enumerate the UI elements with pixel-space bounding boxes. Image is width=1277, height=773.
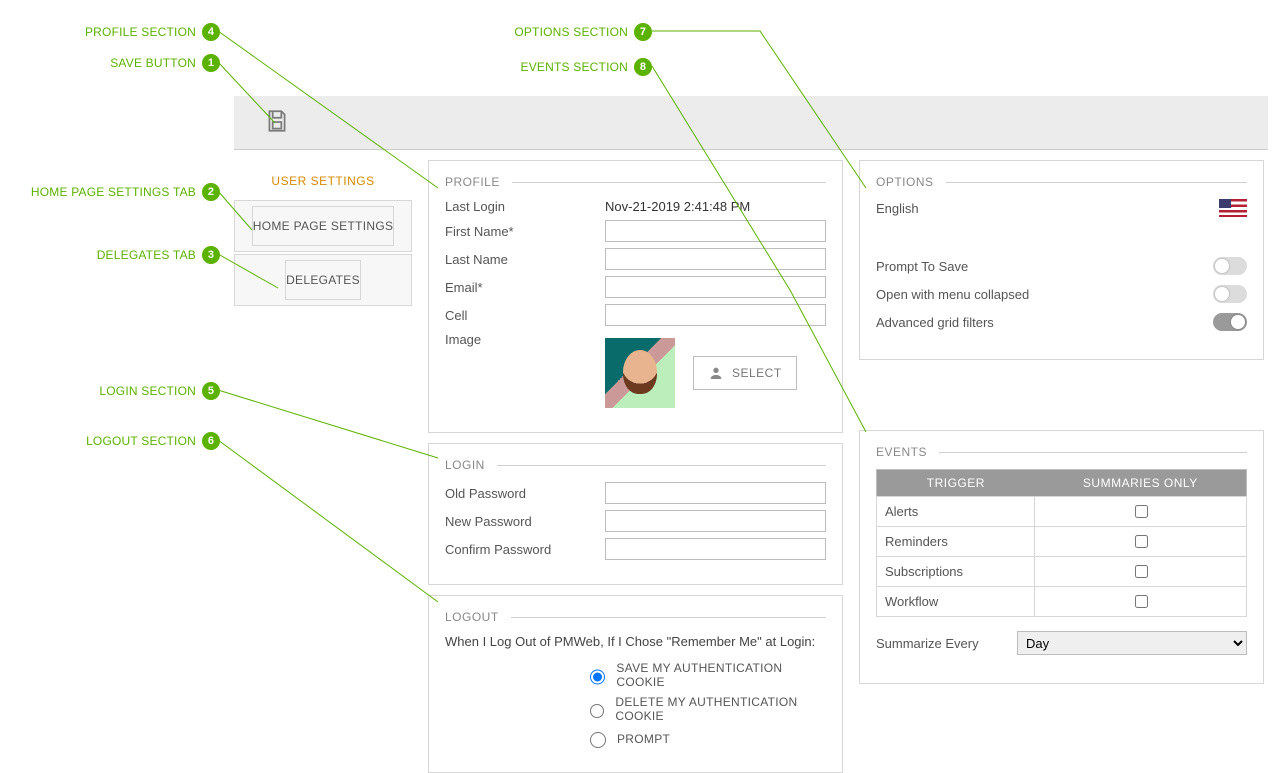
events-title: EVENTS — [876, 445, 927, 459]
table-row: Reminders — [877, 527, 1247, 557]
callout-5: LOGIN SECTION5 — [20, 382, 220, 400]
logout-panel: LOGOUT When I Log Out of PMWeb, If I Cho… — [428, 595, 843, 773]
language-label: English — [876, 201, 919, 216]
cell-label: Cell — [445, 308, 605, 323]
menu-collapsed-toggle[interactable] — [1213, 285, 1247, 303]
prompt-save-toggle[interactable] — [1213, 257, 1247, 275]
last-name-input[interactable] — [605, 248, 826, 270]
workflow-checkbox[interactable] — [1135, 595, 1148, 608]
profile-panel: PROFILE Last Login Nov-21-2019 2:41:48 P… — [428, 160, 843, 433]
callout-6: LOGOUT SECTION6 — [20, 432, 220, 450]
first-name-input[interactable] — [605, 220, 826, 242]
callout-1: SAVE BUTTON1 — [20, 54, 220, 72]
toolbar — [234, 96, 1268, 150]
table-row: Alerts — [877, 497, 1247, 527]
callout-8: EVENTS SECTION8 — [452, 58, 652, 76]
profile-title: PROFILE — [445, 175, 500, 189]
cell-input[interactable] — [605, 304, 826, 326]
sidebar: USER SETTINGS HOME PAGE SETTINGS DELEGAT… — [234, 160, 412, 773]
logout-title: LOGOUT — [445, 610, 499, 624]
events-table: TRIGGER SUMMARIES ONLY Alerts Reminders — [876, 469, 1247, 617]
events-panel: EVENTS TRIGGER SUMMARIES ONLY Alerts — [859, 430, 1264, 684]
alerts-checkbox[interactable] — [1135, 505, 1148, 518]
new-password-label: New Password — [445, 514, 605, 529]
callout-4: PROFILE SECTION4 — [20, 23, 220, 41]
reminders-checkbox[interactable] — [1135, 535, 1148, 548]
logout-save-cookie-radio[interactable] — [590, 669, 605, 685]
save-button[interactable] — [260, 104, 294, 141]
email-label: Email* — [445, 280, 605, 295]
col-summaries-only: SUMMARIES ONLY — [1035, 470, 1247, 497]
last-name-label: Last Name — [445, 252, 605, 267]
old-password-input[interactable] — [605, 482, 826, 504]
col-trigger: TRIGGER — [877, 470, 1035, 497]
tab-delegates[interactable]: DELEGATES — [234, 254, 412, 306]
logout-note: When I Log Out of PMWeb, If I Chose "Rem… — [445, 634, 826, 649]
email-input[interactable] — [605, 276, 826, 298]
login-panel: LOGIN Old Password New Password Confirm … — [428, 443, 843, 585]
last-login-label: Last Login — [445, 199, 605, 214]
menu-collapsed-label: Open with menu collapsed — [876, 287, 1029, 302]
first-name-label: First Name* — [445, 224, 605, 239]
logout-delete-cookie-radio[interactable] — [590, 703, 604, 719]
prompt-save-label: Prompt To Save — [876, 259, 968, 274]
sidebar-title: USER SETTINGS — [234, 160, 412, 198]
select-image-button[interactable]: SELECT — [693, 356, 797, 390]
avatar — [605, 338, 675, 408]
adv-filters-toggle[interactable] — [1213, 313, 1247, 331]
table-row: Workflow — [877, 587, 1247, 617]
confirm-password-label: Confirm Password — [445, 542, 605, 557]
logout-prompt-radio[interactable] — [590, 732, 606, 748]
old-password-label: Old Password — [445, 486, 605, 501]
person-icon — [708, 365, 724, 381]
options-title: OPTIONS — [876, 175, 934, 189]
subscriptions-checkbox[interactable] — [1135, 565, 1148, 578]
last-login-value: Nov-21-2019 2:41:48 PM — [605, 199, 750, 214]
table-row: Subscriptions — [877, 557, 1247, 587]
tab-home-page-settings[interactable]: HOME PAGE SETTINGS — [234, 200, 412, 252]
summarize-select[interactable]: Day — [1017, 631, 1247, 655]
flag-us-icon[interactable] — [1219, 199, 1247, 217]
callout-2: HOME PAGE SETTINGS TAB2 — [0, 183, 220, 201]
callout-7: OPTIONS SECTION7 — [452, 23, 652, 41]
login-title: LOGIN — [445, 458, 485, 472]
new-password-input[interactable] — [605, 510, 826, 532]
floppy-disk-icon — [264, 108, 290, 134]
confirm-password-input[interactable] — [605, 538, 826, 560]
adv-filters-label: Advanced grid filters — [876, 315, 994, 330]
image-label: Image — [445, 332, 605, 347]
options-panel: OPTIONS English Prompt To Save Open with… — [859, 160, 1264, 360]
callout-3: DELEGATES TAB3 — [20, 246, 220, 264]
summarize-label: Summarize Every — [876, 636, 979, 651]
